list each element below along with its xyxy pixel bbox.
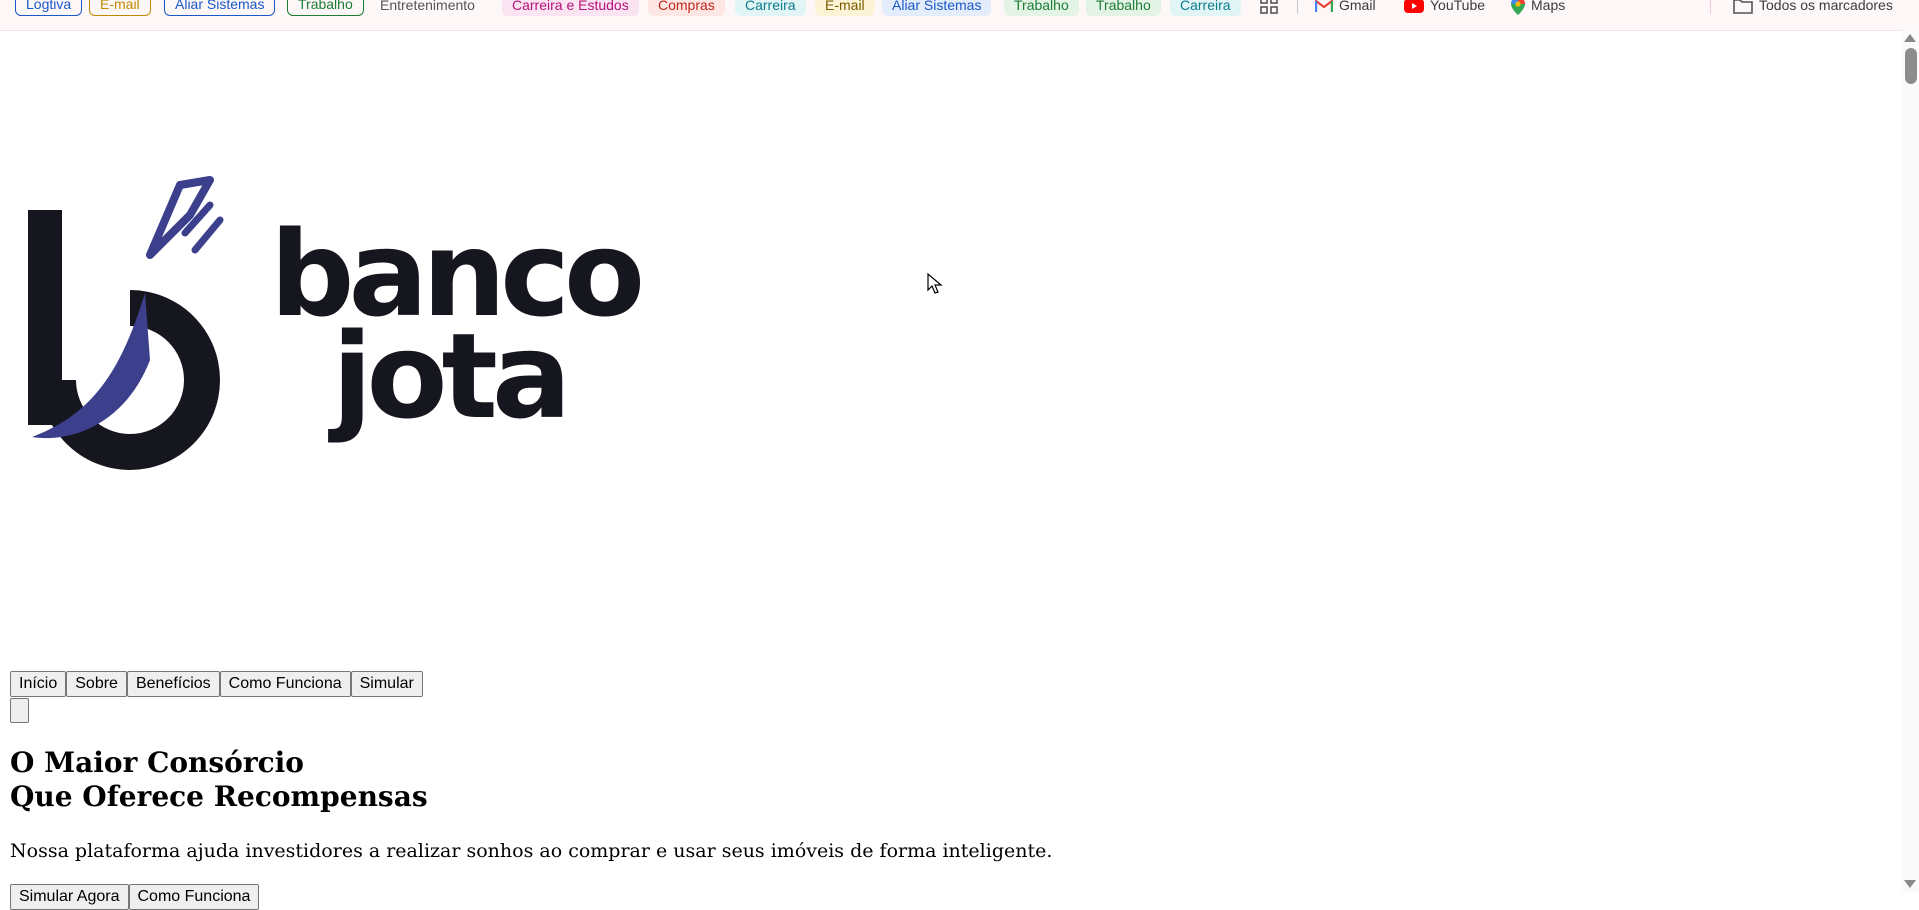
all-bookmarks-button[interactable]: Todos os marcadores — [1733, 0, 1893, 16]
youtube-icon — [1404, 0, 1424, 14]
bookmark-folder-aliar-sistemas-2[interactable]: Aliar Sistemas — [882, 0, 992, 16]
bookmark-folder-trabalho-2[interactable]: Trabalho — [1004, 0, 1079, 16]
nav-beneficios-button[interactable]: Benefícios — [126, 671, 220, 697]
main-nav: Início Sobre Benefícios Como Funciona Si… — [10, 671, 423, 697]
bookmarks-divider — [1297, 0, 1298, 14]
bookmark-folder-carreira-e-estudos[interactable]: Carreira e Estudos — [502, 0, 639, 16]
simular-agora-button[interactable]: Simular Agora — [10, 884, 129, 910]
nav-inicio-button[interactable]: Início — [10, 671, 67, 697]
all-bookmarks-label: Todos os marcadores — [1759, 0, 1893, 13]
nav-como-funciona-button[interactable]: Como Funciona — [219, 671, 351, 697]
bookmark-folder-email[interactable]: E-mail — [89, 0, 151, 16]
bookmark-folder-carreira[interactable]: Carreira — [735, 0, 806, 16]
apps-grid-icon[interactable] — [1260, 0, 1278, 17]
bookmark-youtube-label: YouTube — [1430, 0, 1486, 13]
bookmark-maps[interactable]: Maps — [1511, 0, 1565, 16]
bookmarks-bar: Logtiva E-mail Aliar Sistemas Trabalho E… — [0, 0, 1919, 31]
mouse-cursor-icon — [927, 273, 943, 294]
bookmark-folder-entretenimento[interactable]: Entretenimento — [370, 0, 485, 16]
bookmarks-divider-right — [1710, 0, 1711, 14]
bookmark-maps-label: Maps — [1531, 0, 1566, 13]
bookmark-folder-email-2[interactable]: E-mail — [815, 0, 875, 16]
maps-icon — [1511, 0, 1525, 16]
bookmark-folder-compras[interactable]: Compras — [648, 0, 725, 16]
nav-sobre-button[interactable]: Sobre — [66, 671, 127, 697]
bookmark-folder-carreira-2[interactable]: Carreira — [1170, 0, 1241, 16]
bookmark-folder-logtiva[interactable]: Logtiva — [15, 0, 83, 16]
bookmark-folder-aliar-sistemas[interactable]: Aliar Sistemas — [164, 0, 276, 16]
hero-actions: Simular Agora Como Funciona — [10, 884, 260, 910]
bookmark-folder-trabalho-3[interactable]: Trabalho — [1086, 0, 1161, 16]
scroll-down-arrow-icon[interactable] — [1904, 880, 1916, 888]
hero-title-line2: Que Oferece Recompensas — [10, 780, 428, 813]
scrollbar-thumb[interactable] — [1905, 48, 1917, 84]
menu-toggle-button[interactable] — [10, 698, 29, 723]
bookmark-gmail-label: Gmail — [1339, 0, 1376, 13]
gmail-icon — [1314, 0, 1334, 13]
page-scrollbar[interactable] — [1902, 30, 1919, 892]
hero-title-line1: O Maior Consórcio — [10, 746, 304, 779]
logo-line2: jota — [328, 307, 566, 445]
como-funciona-button[interactable]: Como Funciona — [128, 884, 260, 910]
scroll-up-arrow-icon[interactable] — [1904, 34, 1916, 42]
hero-description: Nossa plataforma ajuda investidores a re… — [10, 840, 1053, 862]
banco-jota-logo: banco jota — [28, 176, 640, 470]
folder-icon — [1733, 0, 1753, 15]
bookmark-gmail[interactable]: Gmail — [1314, 0, 1376, 16]
bookmark-youtube[interactable]: YouTube — [1404, 0, 1485, 16]
hero-title: O Maior Consórcio Que Oferece Recompensa… — [10, 746, 428, 814]
bookmark-folder-trabalho[interactable]: Trabalho — [287, 0, 364, 16]
nav-simular-button[interactable]: Simular — [350, 671, 423, 697]
